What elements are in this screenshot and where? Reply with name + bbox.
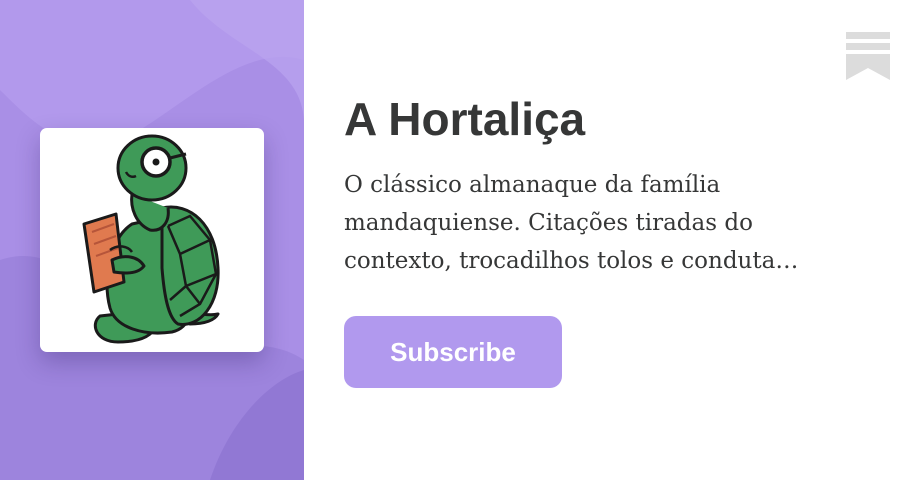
cover-panel bbox=[0, 0, 304, 480]
turtle-illustration bbox=[82, 134, 220, 344]
subscribe-button[interactable]: Subscribe bbox=[344, 316, 562, 388]
publication-title: A Hortaliça bbox=[344, 93, 586, 145]
publication-description: O clássico almanaque da família mandaqui… bbox=[344, 172, 799, 274]
bookmark-icon[interactable] bbox=[846, 32, 890, 80]
publication-logo bbox=[40, 128, 264, 352]
